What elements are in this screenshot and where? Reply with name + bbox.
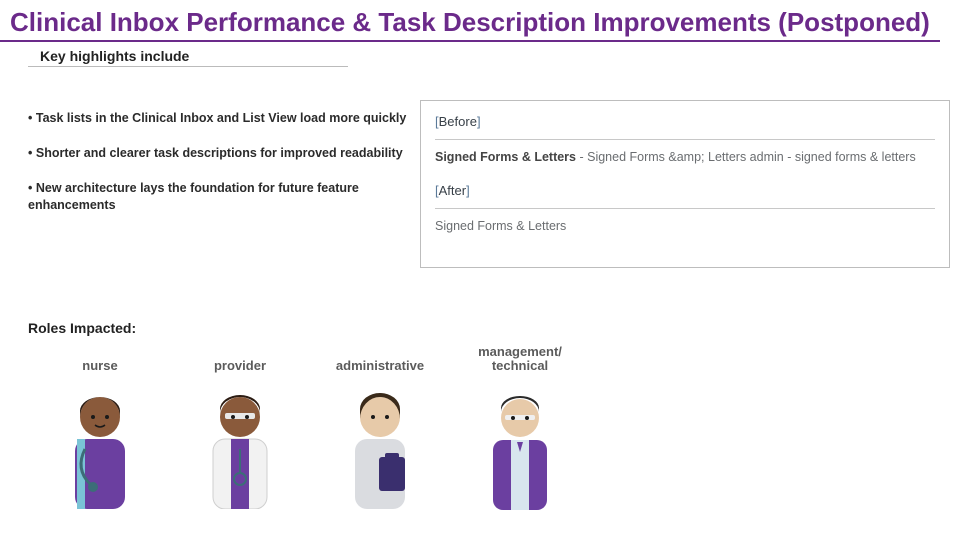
role-label: management/ technical <box>470 345 570 374</box>
role-provider: provider <box>190 345 290 510</box>
role-nurse: nurse <box>50 345 150 510</box>
role-label: provider <box>190 345 290 373</box>
after-label: [After] <box>435 183 470 198</box>
provider-icon <box>195 379 285 509</box>
divider <box>435 139 935 140</box>
page-title: Clinical Inbox Performance & Task Descri… <box>0 0 940 42</box>
role-administrative: administrative <box>330 345 430 510</box>
role-management-technical: management/ technical <box>470 345 570 510</box>
nurse-icon <box>55 379 145 509</box>
highlights-underline <box>28 66 348 67</box>
role-label: nurse <box>50 345 150 373</box>
divider <box>435 208 935 209</box>
after-sample-text: Signed Forms & Letters <box>435 219 935 233</box>
highlights-heading: Key highlights include <box>40 48 960 64</box>
highlight-bullet: Task lists in the Clinical Inbox and Lis… <box>28 110 408 127</box>
highlight-bullet: New architecture lays the foundation for… <box>28 180 408 214</box>
management-icon <box>475 380 565 510</box>
before-sample-text: Signed Forms & Letters - Signed Forms &a… <box>435 150 935 164</box>
administrative-icon <box>335 379 425 509</box>
before-label: [Before] <box>435 114 481 129</box>
highlights-list: Task lists in the Clinical Inbox and Lis… <box>28 110 408 232</box>
role-label: administrative <box>330 345 430 373</box>
roles-heading: Roles Impacted: <box>28 320 136 336</box>
before-after-panel: [Before] Signed Forms & Letters - Signed… <box>420 100 950 268</box>
roles-row: nurse provider administrative <box>50 345 570 510</box>
highlight-bullet: Shorter and clearer task descriptions fo… <box>28 145 408 162</box>
